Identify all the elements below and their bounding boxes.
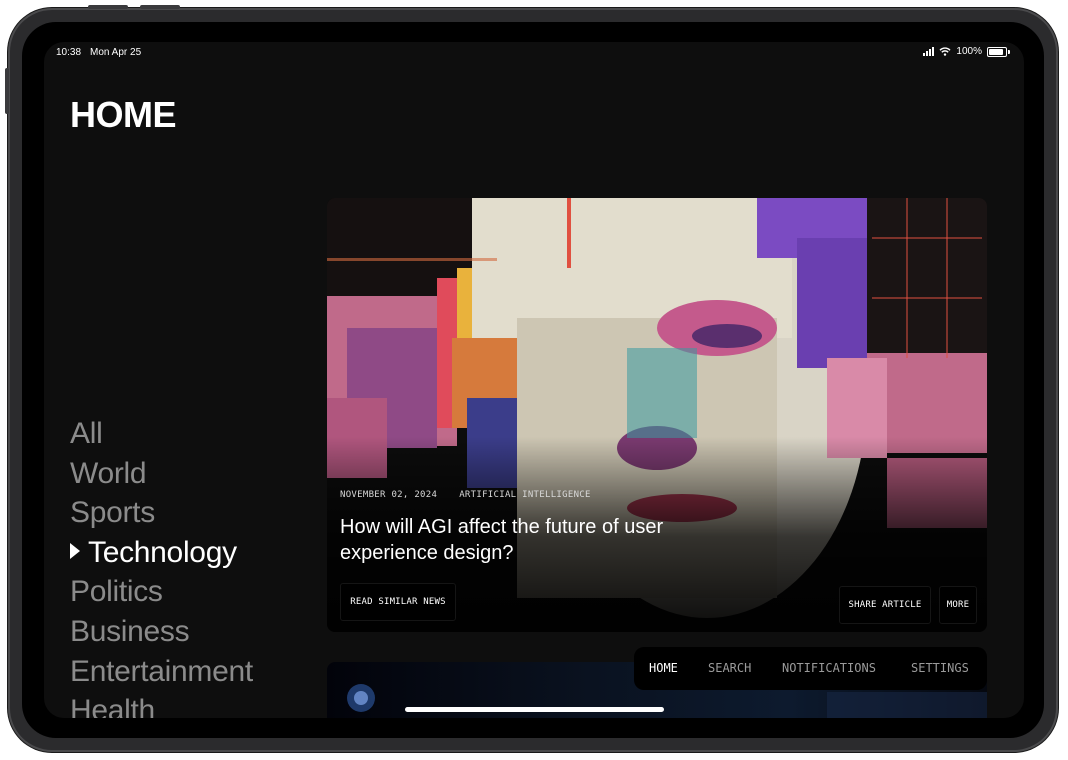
category-all[interactable]: All <box>70 414 253 454</box>
category-world[interactable]: World <box>70 454 253 494</box>
nav-settings[interactable]: SETTINGS <box>911 661 969 675</box>
status-bar: 10:38 Mon Apr 25 100% <box>44 42 1024 64</box>
nav-home[interactable]: HOME <box>649 661 678 675</box>
article-date: NOVEMBER 02, 2024 <box>340 490 438 500</box>
status-time: 10:38 <box>56 47 82 58</box>
category-politics[interactable]: Politics <box>70 572 253 612</box>
cellular-signal-icon <box>923 47 935 56</box>
read-similar-news-button[interactable]: READ SIMILAR NEWS <box>340 583 456 621</box>
app-screen: 10:38 Mon Apr 25 100% HOME All World Spo… <box>44 42 1024 718</box>
category-technology[interactable]: Technology <box>70 533 253 573</box>
status-date: Mon Apr 25 <box>90 47 142 58</box>
volume-button <box>88 5 128 9</box>
category-business[interactable]: Business <box>70 612 253 652</box>
power-button <box>140 5 180 9</box>
category-sports[interactable]: Sports <box>70 493 253 533</box>
battery-percentage: 100% <box>956 46 982 57</box>
page-title: HOME <box>70 94 177 135</box>
more-button[interactable]: MORE <box>939 586 977 624</box>
category-health[interactable]: Health <box>70 691 253 718</box>
card-gradient-overlay <box>327 198 987 632</box>
side-button <box>5 68 9 114</box>
nav-notifications[interactable]: NOTIFICATIONS <box>782 661 876 675</box>
selected-triangle-icon <box>70 542 80 559</box>
battery-nub <box>1008 49 1010 54</box>
nav-search[interactable]: SEARCH <box>708 661 751 675</box>
wifi-icon <box>939 47 951 56</box>
home-indicator[interactable] <box>405 707 664 712</box>
bottom-navigation: HOME SEARCH NOTIFICATIONS SETTINGS <box>634 647 987 690</box>
category-entertainment[interactable]: Entertainment <box>70 652 253 692</box>
article-meta: NOVEMBER 02, 2024 ARTIFICIAL INTELLIGENCE <box>340 490 591 500</box>
category-list: All World Sports Technology Politics Bus… <box>70 414 253 718</box>
status-indicators: 100% <box>923 46 1010 57</box>
article-tag[interactable]: ARTIFICIAL INTELLIGENCE <box>459 490 591 500</box>
share-article-button[interactable]: SHARE ARTICLE <box>839 586 931 624</box>
featured-article-card[interactable]: NOVEMBER 02, 2024 ARTIFICIAL INTELLIGENCE… <box>327 198 987 632</box>
article-headline[interactable]: How will AGI affect the future of user e… <box>340 514 700 566</box>
battery-icon <box>987 46 1007 57</box>
